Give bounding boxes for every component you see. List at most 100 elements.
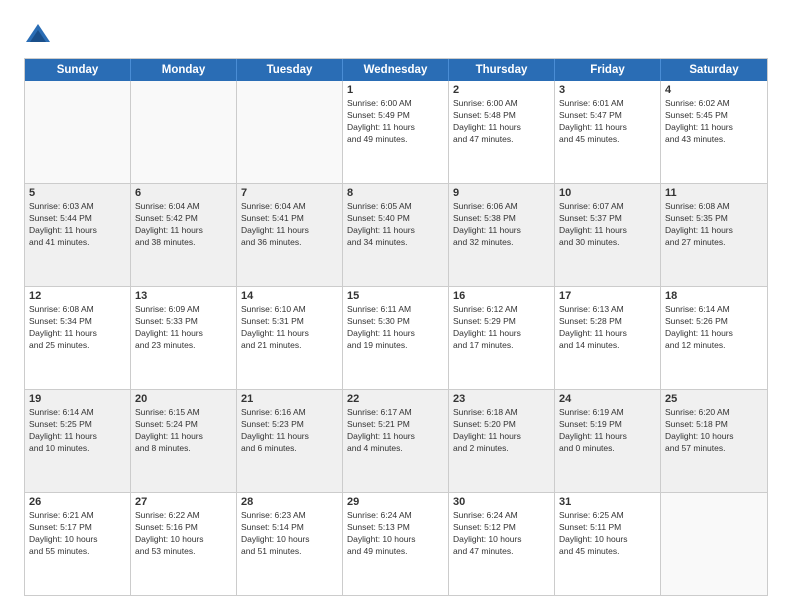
calendar-row: 19 Sunrise: 6:14 AM Sunset: 5:25 PM Dayli… — [25, 389, 767, 492]
calendar-cell: 15 Sunrise: 6:11 AM Sunset: 5:30 PM Dayli… — [343, 287, 449, 389]
weekday-header: Wednesday — [343, 59, 449, 81]
calendar-cell: 3 Sunrise: 6:01 AM Sunset: 5:47 PM Daylig… — [555, 81, 661, 183]
day-number: 27 — [135, 496, 232, 508]
calendar-cell: 19 Sunrise: 6:14 AM Sunset: 5:25 PM Dayli… — [25, 390, 131, 492]
day-number: 29 — [347, 496, 444, 508]
calendar-cell: 16 Sunrise: 6:12 AM Sunset: 5:29 PM Dayli… — [449, 287, 555, 389]
calendar-cell — [661, 493, 767, 595]
cell-info: Sunrise: 6:08 AM Sunset: 5:35 PM Dayligh… — [665, 201, 763, 249]
calendar-cell: 27 Sunrise: 6:22 AM Sunset: 5:16 PM Dayli… — [131, 493, 237, 595]
weekday-header: Thursday — [449, 59, 555, 81]
calendar-cell: 2 Sunrise: 6:00 AM Sunset: 5:48 PM Daylig… — [449, 81, 555, 183]
logo-icon — [24, 20, 52, 48]
cell-info: Sunrise: 6:17 AM Sunset: 5:21 PM Dayligh… — [347, 407, 444, 455]
calendar-header: SundayMondayTuesdayWednesdayThursdayFrid… — [25, 59, 767, 81]
calendar-cell: 14Sunrise: 6:10 AM Sunset: 5:31 PM Dayli… — [237, 287, 343, 389]
cell-info: Sunrise: 6:07 AM Sunset: 5:37 PM Dayligh… — [559, 201, 656, 249]
cell-info: Sunrise: 6:05 AM Sunset: 5:40 PM Dayligh… — [347, 201, 444, 249]
calendar-cell: 31Sunrise: 6:25 AM Sunset: 5:11 PM Dayli… — [555, 493, 661, 595]
day-number: 20 — [135, 393, 232, 405]
calendar-cell: 25 Sunrise: 6:20 AM Sunset: 5:18 PM Dayli… — [661, 390, 767, 492]
cell-info: Sunrise: 6:01 AM Sunset: 5:47 PM Dayligh… — [559, 98, 656, 146]
day-number: 8 — [347, 187, 444, 199]
cell-info: Sunrise: 6:00 AM Sunset: 5:48 PM Dayligh… — [453, 98, 550, 146]
calendar-cell: 26 Sunrise: 6:21 AM Sunset: 5:17 PM Dayli… — [25, 493, 131, 595]
calendar-cell: 18Sunrise: 6:14 AM Sunset: 5:26 PM Dayli… — [661, 287, 767, 389]
cell-info: Sunrise: 6:11 AM Sunset: 5:30 PM Dayligh… — [347, 304, 444, 352]
day-number: 15 — [347, 290, 444, 302]
cell-info: Sunrise: 6:22 AM Sunset: 5:16 PM Dayligh… — [135, 510, 232, 558]
cell-info: Sunrise: 6:21 AM Sunset: 5:17 PM Dayligh… — [29, 510, 126, 558]
day-number: 22 — [347, 393, 444, 405]
calendar-cell: 21 Sunrise: 6:16 AM Sunset: 5:23 PM Dayli… — [237, 390, 343, 492]
calendar-cell: 4 Sunrise: 6:02 AM Sunset: 5:45 PM Daylig… — [661, 81, 767, 183]
cell-info: Sunrise: 6:16 AM Sunset: 5:23 PM Dayligh… — [241, 407, 338, 455]
day-number: 28 — [241, 496, 338, 508]
day-number: 1 — [347, 84, 444, 96]
day-number: 2 — [453, 84, 550, 96]
day-number: 13 — [135, 290, 232, 302]
weekday-header: Friday — [555, 59, 661, 81]
calendar-cell: 29 Sunrise: 6:24 AM Sunset: 5:13 PM Dayli… — [343, 493, 449, 595]
day-number: 23 — [453, 393, 550, 405]
cell-info: Sunrise: 6:24 AM Sunset: 5:13 PM Dayligh… — [347, 510, 444, 558]
cell-info: Sunrise: 6:03 AM Sunset: 5:44 PM Dayligh… — [29, 201, 126, 249]
day-number: 12 — [29, 290, 126, 302]
calendar-cell: 22 Sunrise: 6:17 AM Sunset: 5:21 PM Dayli… — [343, 390, 449, 492]
cell-info: Sunrise: 6:12 AM Sunset: 5:29 PM Dayligh… — [453, 304, 550, 352]
cell-info: Sunrise: 6:25 AM Sunset: 5:11 PM Dayligh… — [559, 510, 656, 558]
calendar-cell: 23 Sunrise: 6:18 AM Sunset: 5:20 PM Dayli… — [449, 390, 555, 492]
logo — [24, 20, 56, 48]
calendar-cell: 28 Sunrise: 6:23 AM Sunset: 5:14 PM Dayli… — [237, 493, 343, 595]
calendar-row: 12 Sunrise: 6:08 AM Sunset: 5:34 PM Dayli… — [25, 286, 767, 389]
calendar-row: 5 Sunrise: 6:03 AM Sunset: 5:44 PM Daylig… — [25, 183, 767, 286]
calendar-cell — [25, 81, 131, 183]
cell-info: Sunrise: 6:23 AM Sunset: 5:14 PM Dayligh… — [241, 510, 338, 558]
calendar-cell: 13Sunrise: 6:09 AM Sunset: 5:33 PM Dayli… — [131, 287, 237, 389]
cell-info: Sunrise: 6:15 AM Sunset: 5:24 PM Dayligh… — [135, 407, 232, 455]
day-number: 26 — [29, 496, 126, 508]
cell-info: Sunrise: 6:24 AM Sunset: 5:12 PM Dayligh… — [453, 510, 550, 558]
calendar-cell: 6 Sunrise: 6:04 AM Sunset: 5:42 PM Daylig… — [131, 184, 237, 286]
cell-info: Sunrise: 6:04 AM Sunset: 5:41 PM Dayligh… — [241, 201, 338, 249]
day-number: 21 — [241, 393, 338, 405]
calendar-row: 26 Sunrise: 6:21 AM Sunset: 5:17 PM Dayli… — [25, 492, 767, 595]
cell-info: Sunrise: 6:04 AM Sunset: 5:42 PM Dayligh… — [135, 201, 232, 249]
day-number: 4 — [665, 84, 763, 96]
weekday-header: Saturday — [661, 59, 767, 81]
calendar-cell: 8 Sunrise: 6:05 AM Sunset: 5:40 PM Daylig… — [343, 184, 449, 286]
cell-info: Sunrise: 6:06 AM Sunset: 5:38 PM Dayligh… — [453, 201, 550, 249]
day-number: 6 — [135, 187, 232, 199]
calendar-cell: 9Sunrise: 6:06 AM Sunset: 5:38 PM Daylig… — [449, 184, 555, 286]
header — [24, 20, 768, 48]
day-number: 16 — [453, 290, 550, 302]
day-number: 7 — [241, 187, 338, 199]
calendar-cell: 17 Sunrise: 6:13 AM Sunset: 5:28 PM Dayli… — [555, 287, 661, 389]
calendar-cell: 10 Sunrise: 6:07 AM Sunset: 5:37 PM Dayli… — [555, 184, 661, 286]
cell-info: Sunrise: 6:20 AM Sunset: 5:18 PM Dayligh… — [665, 407, 763, 455]
cell-info: Sunrise: 6:13 AM Sunset: 5:28 PM Dayligh… — [559, 304, 656, 352]
calendar-cell — [237, 81, 343, 183]
cell-info: Sunrise: 6:19 AM Sunset: 5:19 PM Dayligh… — [559, 407, 656, 455]
calendar-cell — [131, 81, 237, 183]
day-number: 24 — [559, 393, 656, 405]
cell-info: Sunrise: 6:02 AM Sunset: 5:45 PM Dayligh… — [665, 98, 763, 146]
calendar-cell: 12 Sunrise: 6:08 AM Sunset: 5:34 PM Dayli… — [25, 287, 131, 389]
calendar-cell: 1Sunrise: 6:00 AM Sunset: 5:49 PM Daylig… — [343, 81, 449, 183]
cell-info: Sunrise: 6:18 AM Sunset: 5:20 PM Dayligh… — [453, 407, 550, 455]
calendar-cell: 11Sunrise: 6:08 AM Sunset: 5:35 PM Dayli… — [661, 184, 767, 286]
calendar-cell: 20 Sunrise: 6:15 AM Sunset: 5:24 PM Dayli… — [131, 390, 237, 492]
day-number: 5 — [29, 187, 126, 199]
day-number: 30 — [453, 496, 550, 508]
day-number: 10 — [559, 187, 656, 199]
calendar-row: 1Sunrise: 6:00 AM Sunset: 5:49 PM Daylig… — [25, 81, 767, 183]
calendar-cell: 7 Sunrise: 6:04 AM Sunset: 5:41 PM Daylig… — [237, 184, 343, 286]
day-number: 3 — [559, 84, 656, 96]
cell-info: Sunrise: 6:08 AM Sunset: 5:34 PM Dayligh… — [29, 304, 126, 352]
page: SundayMondayTuesdayWednesdayThursdayFrid… — [0, 0, 792, 612]
day-number: 25 — [665, 393, 763, 405]
weekday-header: Sunday — [25, 59, 131, 81]
cell-info: Sunrise: 6:14 AM Sunset: 5:25 PM Dayligh… — [29, 407, 126, 455]
day-number: 17 — [559, 290, 656, 302]
day-number: 19 — [29, 393, 126, 405]
